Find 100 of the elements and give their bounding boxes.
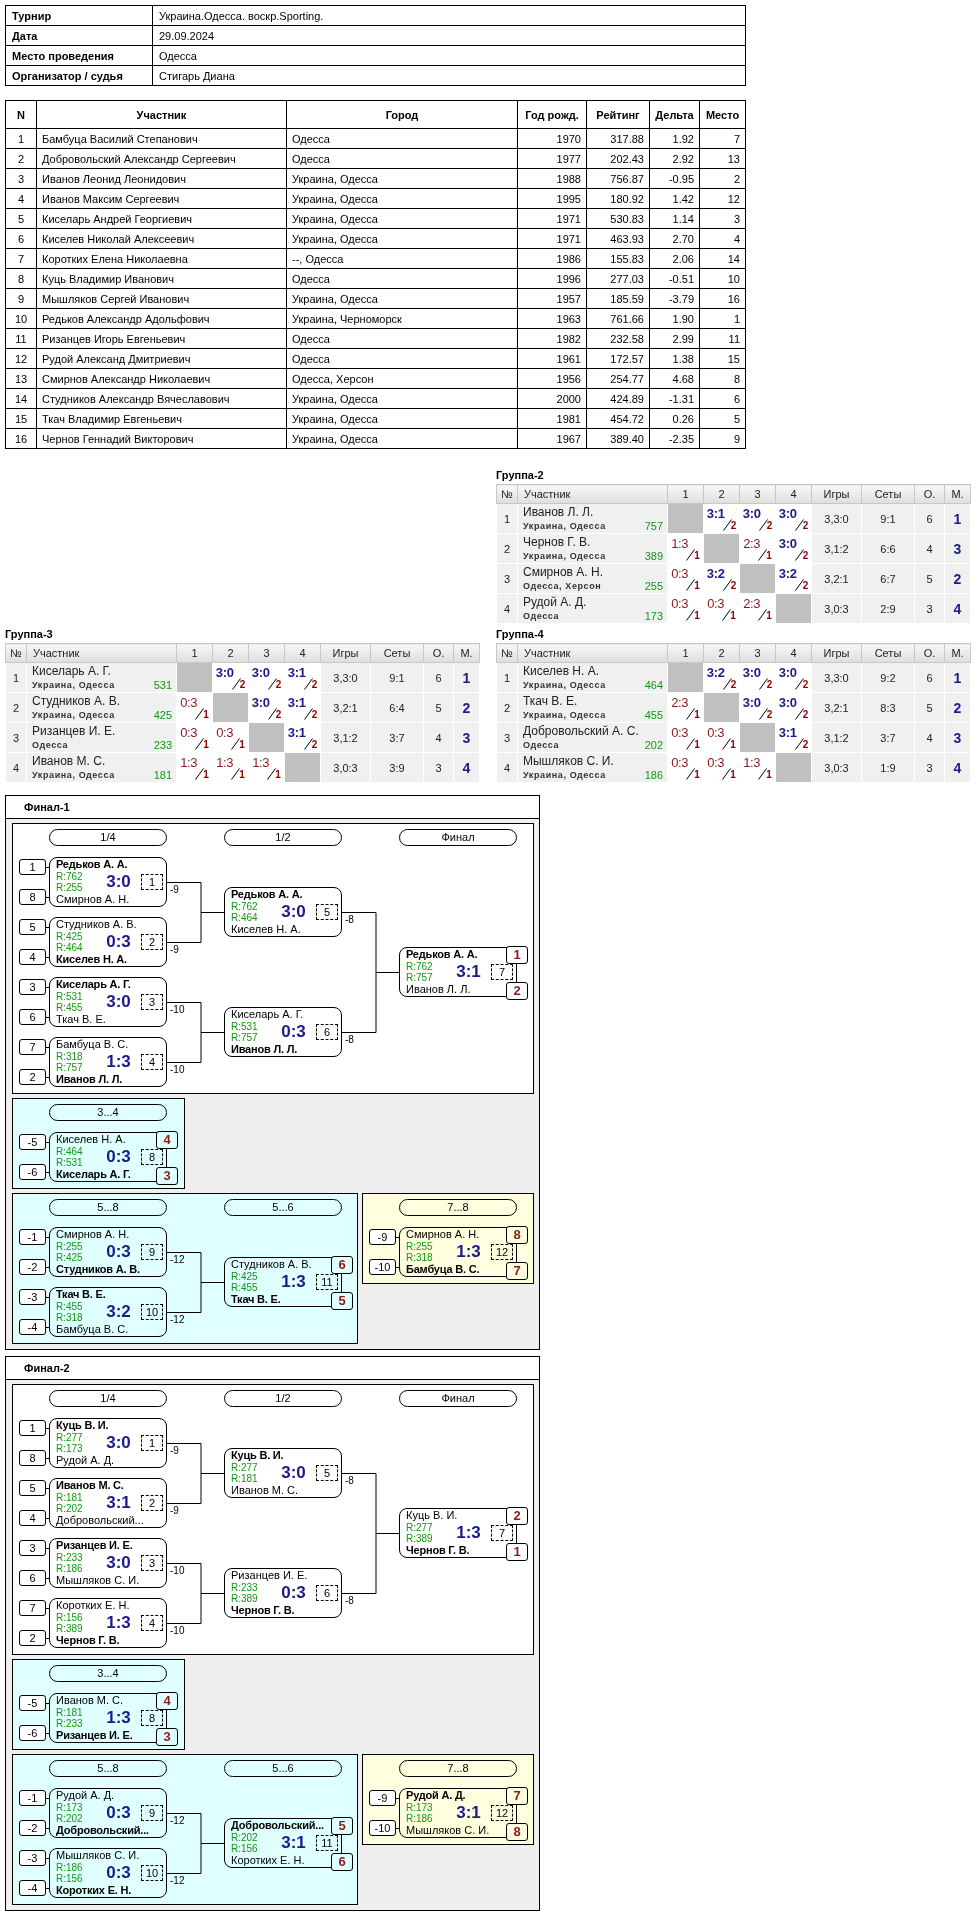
- player-city: Украина, Одесса: [523, 709, 606, 721]
- seed-number: 4: [19, 949, 46, 965]
- match-score: 3:2: [706, 566, 725, 581]
- slash-icon: [267, 768, 277, 780]
- table-cell: 9: [699, 428, 746, 449]
- table-cell: 454.72: [586, 408, 650, 429]
- slash-icon: [722, 609, 732, 621]
- player-rating: R:425: [231, 1271, 258, 1282]
- seed-number: 1: [19, 1420, 46, 1436]
- group-title: Группа-3: [5, 628, 53, 642]
- table-cell: 1981: [517, 408, 587, 429]
- column-header: 4: [284, 643, 321, 663]
- player-rating: R:757: [231, 1032, 258, 1043]
- match-points: 2: [311, 739, 318, 751]
- match-points: 1: [694, 769, 700, 781]
- player-name: Бамбуца В. С.: [406, 1263, 481, 1276]
- seed-number: -1: [19, 1229, 46, 1245]
- table-cell: 13: [699, 148, 746, 169]
- match-score: 0:3: [707, 725, 725, 740]
- table-cell: 4: [496, 593, 518, 624]
- table-cell: 3,0:3: [811, 752, 862, 783]
- column-header: 4: [775, 484, 812, 504]
- slash-icon: [758, 609, 768, 621]
- table-cell: 1971: [517, 228, 587, 249]
- seed-number: 5: [19, 1480, 46, 1496]
- column-header: №: [496, 484, 518, 504]
- player-name: Киселарь А. Г.: [231, 1008, 305, 1021]
- slash-icon: [686, 708, 696, 720]
- player-rating: R:277: [56, 1432, 83, 1443]
- seed-number: -10: [369, 1820, 396, 1836]
- player-name: Коротких Е. Н.: [56, 1599, 131, 1612]
- place-number: 7: [506, 1262, 528, 1280]
- player-city: Украина, Одесса: [523, 769, 606, 781]
- match-points: 2: [802, 679, 809, 691]
- match-points: 1: [766, 550, 772, 562]
- player-rating: R:173: [406, 1802, 433, 1813]
- match-points: 1: [694, 610, 700, 622]
- match-points: 1: [766, 769, 772, 781]
- player-city: Одесса: [523, 739, 560, 751]
- match-points: 2: [766, 709, 773, 721]
- match-score: 0:3: [707, 596, 725, 611]
- player-rating: R:464: [56, 942, 83, 953]
- player-name: Иванов М. С.: [56, 1479, 125, 1492]
- table-cell: 4: [699, 228, 746, 249]
- player-name: Мышляков С. И.: [406, 1824, 491, 1837]
- player-name: Иванов М. С.: [231, 1484, 300, 1497]
- table-cell: 2000: [517, 388, 587, 409]
- table-cell: 4: [496, 752, 518, 783]
- seed-number: -2: [19, 1259, 46, 1275]
- table-cell: 6: [5, 228, 37, 249]
- table-cell: Одесса: [286, 328, 518, 349]
- player-rating: R:277: [231, 1462, 258, 1473]
- table-cell: Ризанцев Игорь Евгеньевич: [36, 328, 287, 349]
- player-rating: R:389: [406, 1533, 433, 1544]
- table-cell: 254.77: [586, 368, 650, 389]
- player-rating: R:425: [56, 931, 83, 942]
- table-cell: 3,2:1: [811, 692, 862, 723]
- player-name: Редьков А. А.: [406, 948, 479, 961]
- table-cell: 2: [699, 168, 746, 189]
- slash-icon: [303, 708, 313, 720]
- slash-icon: [686, 549, 696, 561]
- player-name: Рудой А. Д.: [56, 1454, 116, 1467]
- match-score: 1:3: [180, 755, 198, 770]
- match-score: 0:3: [707, 755, 725, 770]
- table-cell: -1.31: [649, 388, 700, 409]
- table-cell: -2.35: [649, 428, 700, 449]
- player-name: Ткач В. Е.: [231, 1293, 282, 1306]
- slash-icon: [758, 768, 768, 780]
- match-points: 2: [311, 709, 318, 721]
- player-name: Иванов Л. Л.: [406, 983, 472, 996]
- player-rating: R:389: [231, 1593, 258, 1604]
- match-score: 0:3: [281, 1582, 306, 1604]
- match-points: 1: [694, 550, 700, 562]
- player-name: Добровольский...: [56, 1824, 150, 1837]
- match-score: 3:2: [706, 665, 725, 680]
- match-score: 3:0: [742, 665, 761, 680]
- player-city: Украина, Одесса: [523, 520, 606, 532]
- player-name: Чернов Г. В.: [406, 1544, 471, 1557]
- player-rating: R:202: [231, 1832, 258, 1843]
- table-cell: Одесса: [286, 268, 518, 289]
- column-header: 4: [775, 643, 812, 663]
- player-city: Одесса: [32, 739, 69, 751]
- seed-number: 2: [19, 1630, 46, 1646]
- table-cell: 1:9: [861, 752, 915, 783]
- column-header: 3: [739, 643, 776, 663]
- player-name: Ткач В. Е.: [56, 1288, 107, 1301]
- place-number: 1: [506, 1543, 528, 1561]
- player-name: Добровольский...: [56, 1514, 145, 1527]
- table-cell: 1.14: [649, 208, 700, 229]
- place-number: 8: [506, 1823, 528, 1841]
- table-cell: 8: [699, 368, 746, 389]
- player-rating: R:425: [56, 1252, 83, 1263]
- slash-icon: [758, 519, 768, 531]
- table-cell: 277.03: [586, 268, 650, 289]
- player-name: Ризанцев И. Е.: [56, 1539, 134, 1552]
- match-score: 0:3: [180, 695, 198, 710]
- table-cell: 6:6: [861, 533, 915, 564]
- table-cell: 16: [5, 428, 37, 449]
- column-header: Город: [286, 100, 518, 129]
- player-rating: 181: [153, 769, 172, 781]
